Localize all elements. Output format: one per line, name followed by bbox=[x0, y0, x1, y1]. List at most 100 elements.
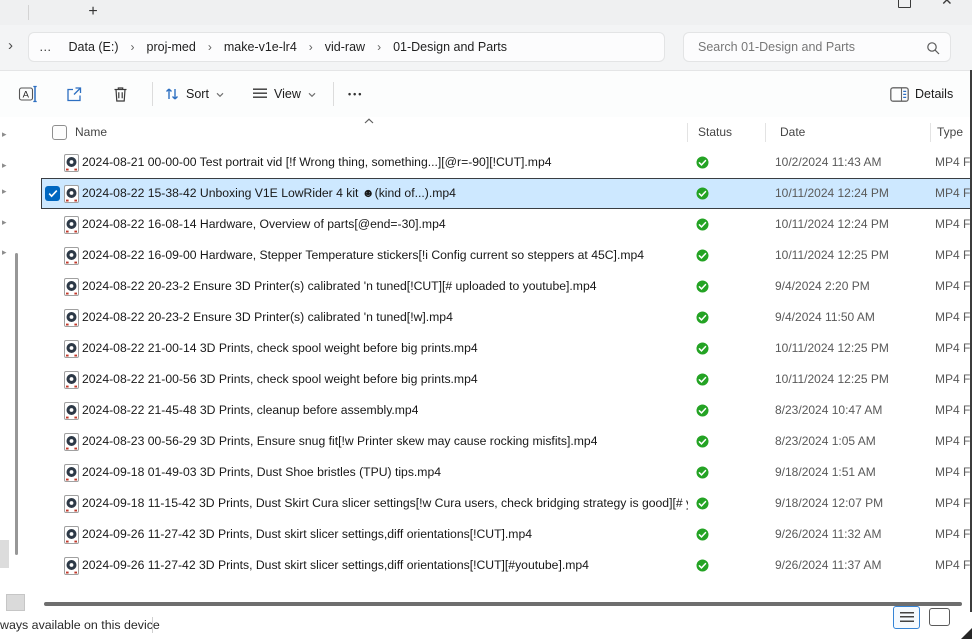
file-type: MP4 File bbox=[935, 178, 972, 209]
file-date: 9/4/2024 11:50 AM bbox=[775, 302, 875, 333]
column-separator[interactable] bbox=[765, 123, 766, 142]
file-row[interactable]: 2024-08-22 20-23-2 Ensure 3D Printer(s) … bbox=[41, 302, 972, 333]
mp4-file-icon bbox=[64, 402, 79, 425]
row-checkbox[interactable] bbox=[45, 186, 60, 201]
file-row[interactable]: 2024-08-22 15-38-42 Unboxing V1E LowRide… bbox=[41, 178, 972, 209]
file-type: MP4 File bbox=[935, 240, 972, 271]
file-row[interactable]: 2024-08-22 21-45-48 3D Prints, cleanup b… bbox=[41, 395, 972, 426]
breadcrumb-item-make-v1e-lr4[interactable]: make-v1e-lr4 bbox=[224, 40, 297, 54]
tree-expand-icon[interactable]: ▸ bbox=[2, 186, 7, 197]
view-lines-icon bbox=[252, 87, 268, 101]
file-row[interactable]: 2024-08-22 16-08-14 Hardware, Overview o… bbox=[41, 209, 972, 240]
nav-forward-chevron-icon[interactable]: › bbox=[8, 37, 13, 54]
file-type: MP4 File bbox=[935, 302, 972, 333]
file-type: MP4 File bbox=[935, 364, 972, 395]
file-row[interactable]: 2024-09-26 11-27-42 3D Prints, Dust skir… bbox=[41, 519, 972, 550]
delete-button[interactable] bbox=[112, 71, 129, 117]
tree-expand-icon[interactable]: ▸ bbox=[2, 217, 7, 228]
file-type: MP4 File bbox=[935, 271, 972, 302]
file-name: 2024-08-23 00-56-29 3D Prints, Ensure sn… bbox=[82, 426, 597, 457]
view-button[interactable]: View bbox=[252, 71, 316, 117]
maximize-button[interactable] bbox=[898, 0, 911, 8]
file-type: MP4 File bbox=[935, 209, 972, 240]
details-view-toggle[interactable] bbox=[893, 606, 920, 629]
file-date: 9/26/2024 11:37 AM bbox=[775, 550, 882, 581]
file-explorer-window: + ✕ › … Data (E:) › proj-med › make-v1e-… bbox=[0, 0, 972, 639]
file-row[interactable]: 2024-08-23 00-56-29 3D Prints, Ensure sn… bbox=[41, 426, 972, 457]
sort-ascending-icon bbox=[364, 118, 374, 124]
status-synced-icon bbox=[696, 528, 709, 546]
file-row[interactable]: 2024-08-22 20-23-2 Ensure 3D Printer(s) … bbox=[41, 271, 972, 302]
file-type: MP4 File bbox=[935, 426, 972, 457]
tree-expand-icon[interactable]: ▸ bbox=[2, 247, 7, 258]
status-synced-icon bbox=[696, 187, 709, 205]
breadcrumb-item-drive[interactable]: Data (E:) bbox=[69, 40, 119, 54]
nav-scrollbar-thumb[interactable] bbox=[0, 540, 9, 568]
more-options-button[interactable]: ••• bbox=[348, 71, 363, 117]
search-input[interactable] bbox=[684, 33, 950, 61]
file-date: 10/11/2024 12:25 PM bbox=[775, 364, 889, 395]
close-button[interactable]: ✕ bbox=[941, 0, 953, 9]
status-synced-icon bbox=[696, 311, 709, 329]
status-synced-icon bbox=[696, 156, 709, 174]
file-type: MP4 File bbox=[935, 395, 972, 426]
mp4-file-icon bbox=[64, 495, 79, 518]
status-synced-icon bbox=[696, 249, 709, 267]
file-name: 2024-09-18 11-15-42 3D Prints, Dust Skir… bbox=[82, 488, 688, 519]
horizontal-scrollbar[interactable] bbox=[44, 602, 962, 606]
file-row[interactable]: 2024-08-22 21-00-14 3D Prints, check spo… bbox=[41, 333, 972, 364]
status-synced-icon bbox=[696, 280, 709, 298]
file-type: MP4 File bbox=[935, 550, 972, 581]
breadcrumb: … Data (E:) › proj-med › make-v1e-lr4 › … bbox=[28, 32, 665, 62]
file-name: 2024-09-26 11-27-42 3D Prints, Dust skir… bbox=[82, 519, 532, 550]
mp4-file-icon bbox=[64, 371, 79, 394]
column-header-type[interactable]: Type bbox=[937, 125, 963, 139]
file-row[interactable]: 2024-09-26 11-27-42 3D Prints, Dust skir… bbox=[41, 550, 972, 581]
column-separator[interactable] bbox=[687, 123, 688, 142]
breadcrumb-item-current-folder[interactable]: 01-Design and Parts bbox=[393, 40, 507, 54]
file-row[interactable]: 2024-09-18 01-49-03 3D Prints, Dust Shoe… bbox=[41, 457, 972, 488]
tree-expand-icon[interactable]: ▸ bbox=[2, 129, 7, 140]
column-header-date[interactable]: Date bbox=[780, 125, 805, 139]
file-type: MP4 File bbox=[935, 333, 972, 364]
tree-expand-icon[interactable]: ▸ bbox=[2, 160, 7, 171]
file-row[interactable]: 2024-08-22 16-09-00 Hardware, Stepper Te… bbox=[41, 240, 972, 271]
chevron-right-icon: › bbox=[131, 40, 135, 54]
sort-arrows-icon bbox=[164, 86, 180, 102]
column-header-name[interactable]: Name bbox=[75, 125, 107, 139]
status-synced-icon bbox=[696, 466, 709, 484]
file-type: MP4 File bbox=[935, 519, 972, 550]
file-name: 2024-08-22 21-00-14 3D Prints, check spo… bbox=[82, 333, 478, 364]
toolbar-separator bbox=[333, 82, 334, 106]
file-row[interactable]: 2024-09-18 11-15-42 3D Prints, Dust Skir… bbox=[41, 488, 972, 519]
new-tab-button[interactable]: + bbox=[84, 1, 102, 23]
file-row[interactable]: 2024-08-21 00-00-00 Test portrait vid [!… bbox=[41, 147, 972, 178]
chevron-down-icon bbox=[216, 92, 224, 98]
rename-button[interactable]: A bbox=[18, 71, 40, 117]
breadcrumb-overflow-button[interactable]: … bbox=[39, 40, 53, 54]
file-name: 2024-08-22 16-08-14 Hardware, Overview o… bbox=[82, 209, 446, 240]
details-view-icon bbox=[900, 612, 914, 624]
file-name: 2024-08-22 21-45-48 3D Prints, cleanup b… bbox=[82, 395, 418, 426]
breadcrumb-item-vid-raw[interactable]: vid-raw bbox=[325, 40, 365, 54]
thumbnail-view-toggle[interactable] bbox=[929, 608, 950, 626]
status-synced-icon bbox=[696, 373, 709, 391]
sort-button[interactable]: Sort bbox=[164, 71, 224, 117]
mp4-file-icon bbox=[64, 309, 79, 332]
mp4-file-icon bbox=[64, 340, 79, 363]
search-icon[interactable] bbox=[926, 41, 940, 60]
share-button[interactable] bbox=[64, 71, 84, 117]
scrollbar-corner bbox=[6, 594, 25, 611]
window-resize-corner[interactable] bbox=[961, 628, 972, 639]
file-date: 10/2/2024 11:43 AM bbox=[775, 147, 882, 178]
ellipsis-icon: ••• bbox=[348, 89, 363, 99]
breadcrumb-item-proj-med[interactable]: proj-med bbox=[147, 40, 196, 54]
file-date: 10/11/2024 12:25 PM bbox=[775, 333, 889, 364]
select-all-checkbox[interactable] bbox=[52, 125, 67, 140]
column-header-status[interactable]: Status bbox=[698, 125, 732, 139]
column-separator[interactable] bbox=[930, 123, 931, 142]
nav-scrollbar[interactable] bbox=[15, 253, 18, 555]
file-row[interactable]: 2024-08-22 21-00-56 3D Prints, check spo… bbox=[41, 364, 972, 395]
chevron-right-icon: › bbox=[309, 40, 313, 54]
details-pane-button[interactable]: Details bbox=[890, 71, 953, 117]
